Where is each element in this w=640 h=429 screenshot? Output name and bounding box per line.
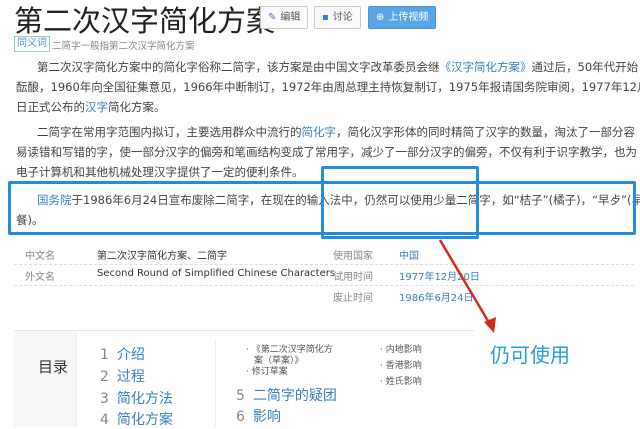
annotation-text: 仍可使用 <box>490 343 570 367</box>
